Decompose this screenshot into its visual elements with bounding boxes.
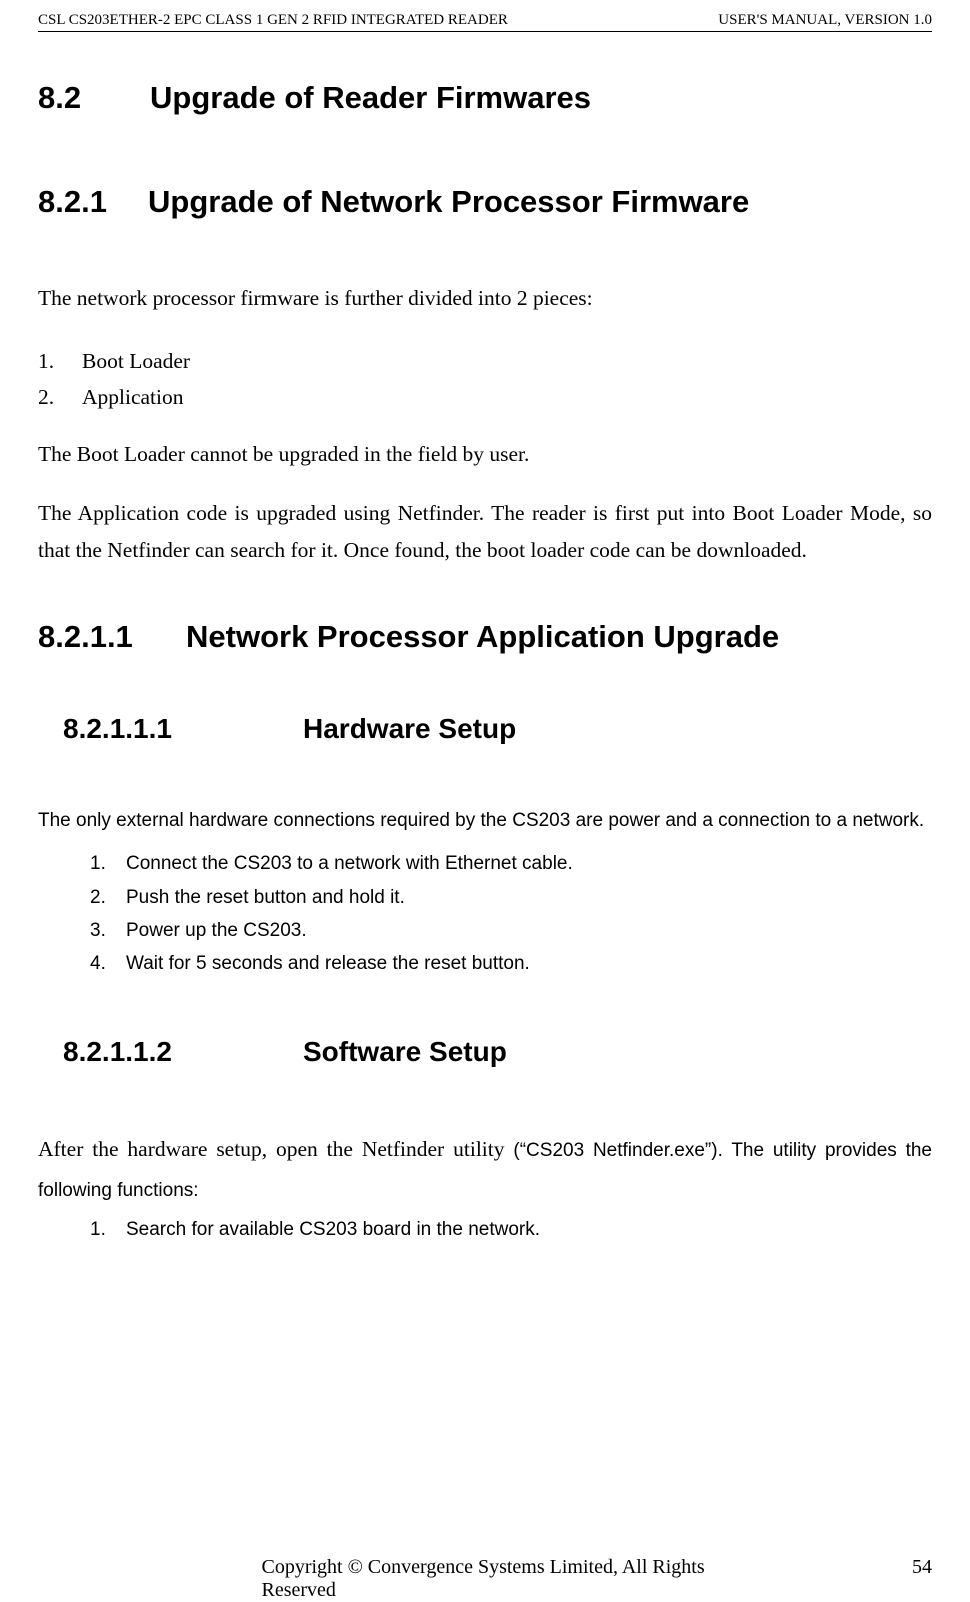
numbered-list: 1.Boot Loader 2.Application	[38, 345, 932, 414]
list-item: 1.Boot Loader	[38, 345, 932, 378]
heading-number: 8.2	[38, 80, 150, 116]
heading-8-2: 8.2Upgrade of Reader Firmwares	[38, 80, 932, 116]
heading-title: Upgrade of Reader Firmwares	[150, 80, 591, 115]
heading-8-2-1: 8.2.1Upgrade of Network Processor Firmwa…	[38, 184, 932, 220]
numbered-list: 1.Connect the CS203 to a network with Et…	[90, 847, 932, 980]
heading-number: 8.2.1.1	[38, 619, 186, 655]
list-text: Boot Loader	[82, 349, 190, 373]
list-number: 1.	[38, 345, 82, 378]
heading-title: Software Setup	[303, 1036, 507, 1067]
list-number: 2.	[38, 381, 82, 414]
heading-8-2-1-1-2: 8.2.1.1.2Software Setup	[63, 1036, 932, 1068]
heading-8-2-1-1: 8.2.1.1Network Processor Application Upg…	[38, 619, 932, 655]
paragraph: The network processor firmware is furthe…	[38, 280, 932, 317]
heading-title: Network Processor Application Upgrade	[186, 619, 779, 654]
list-number: 1.	[90, 1213, 126, 1246]
list-item: 2.Application	[38, 381, 932, 414]
numbered-list: 1.Search for available CS203 board in th…	[90, 1213, 932, 1246]
page-header: CSL CS203ETHER-2 EPC CLASS 1 GEN 2 RFID …	[38, 12, 932, 32]
text-serif: After the hardware setup, open the Netfi…	[38, 1137, 513, 1161]
list-text: Connect the CS203 to a network with Ethe…	[126, 853, 573, 874]
list-item: 4.Wait for 5 seconds and release the res…	[90, 947, 932, 980]
list-text: Wait for 5 seconds and release the reset…	[126, 953, 530, 974]
list-number: 2.	[90, 881, 126, 914]
list-text: Push the reset button and hold it.	[126, 887, 405, 908]
header-left: CSL CS203ETHER-2 EPC CLASS 1 GEN 2 RFID …	[38, 12, 508, 29]
paragraph: The Application code is upgraded using N…	[38, 495, 932, 569]
heading-number: 8.2.1	[38, 184, 148, 220]
list-item: 3.Power up the CS203.	[90, 914, 932, 947]
list-item: 1.Search for available CS203 board in th…	[90, 1213, 932, 1246]
heading-8-2-1-1-1: 8.2.1.1.1Hardware Setup	[63, 713, 932, 745]
list-text: Search for available CS203 board in the …	[126, 1219, 540, 1240]
list-text: Power up the CS203.	[126, 920, 307, 941]
heading-number: 8.2.1.1.1	[63, 713, 303, 745]
list-item: 2.Push the reset button and hold it.	[90, 881, 932, 914]
footer-copyright: Copyright © Convergence Systems Limited,…	[262, 1556, 709, 1602]
header-right: USER'S MANUAL, VERSION 1.0	[718, 12, 932, 29]
paragraph: The only external hardware connections r…	[38, 803, 932, 839]
paragraph: After the hardware setup, open the Netfi…	[38, 1130, 932, 1208]
heading-title: Hardware Setup	[303, 713, 516, 744]
list-item: 1.Connect the CS203 to a network with Et…	[90, 847, 932, 880]
list-number: 3.	[90, 914, 126, 947]
page-footer: Copyright © Convergence Systems Limited,…	[38, 1556, 932, 1579]
list-number: 4.	[90, 947, 126, 980]
paragraph: The Boot Loader cannot be upgraded in th…	[38, 436, 932, 473]
heading-number: 8.2.1.1.2	[63, 1036, 303, 1068]
list-text: Application	[82, 385, 184, 409]
list-number: 1.	[90, 847, 126, 880]
heading-title: Upgrade of Network Processor Firmware	[148, 184, 749, 219]
footer-page-number: 54	[912, 1556, 932, 1579]
